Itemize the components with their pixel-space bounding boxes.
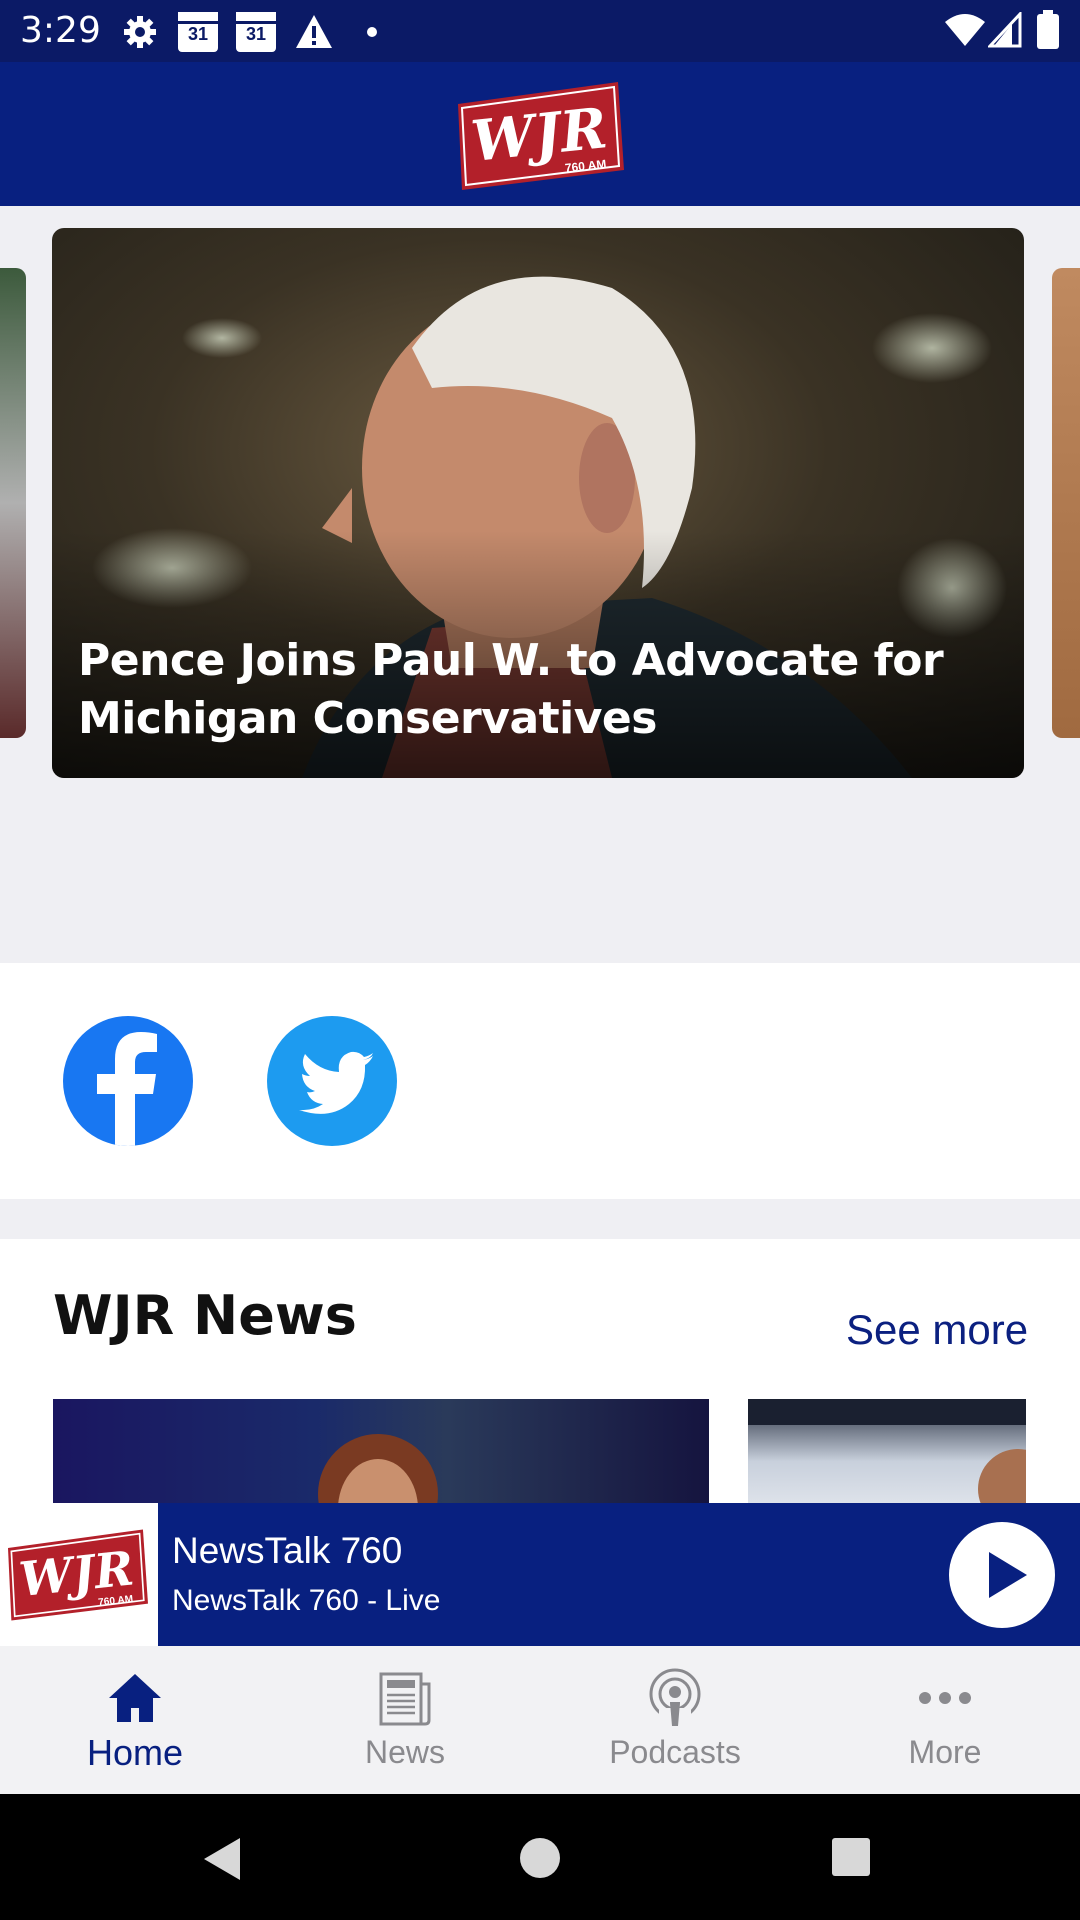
news-card-thumbnail[interactable] [53, 1399, 709, 1503]
nav-podcasts-tab[interactable]: Podcasts [540, 1646, 810, 1794]
system-navigation-bar [0, 1794, 1080, 1920]
battery-icon [1037, 10, 1059, 49]
nav-news-tab[interactable]: News [270, 1646, 540, 1794]
carousel-card-previous[interactable] [0, 268, 26, 738]
nav-home-tab[interactable]: Home [0, 1646, 270, 1794]
player-subtitle: NewsTalk 760 - Live [172, 1584, 441, 1617]
settings-icon [124, 16, 156, 48]
back-icon[interactable] [200, 1836, 246, 1882]
player-station-logo: WJR 760 AM [0, 1503, 158, 1646]
nav-more-tab[interactable]: More [810, 1646, 1080, 1794]
facebook-icon [97, 1032, 157, 1146]
warning-icon [296, 15, 332, 48]
status-time: 3:29 [20, 10, 101, 51]
wjr-logo: WJR 760 AM [8, 1529, 148, 1621]
featured-story-card[interactable]: Pence Joins Paul W. to Advocate for Mich… [52, 228, 1024, 778]
see-more-link[interactable]: See more [846, 1306, 1028, 1354]
status-bar: 3:29 31 31 [0, 0, 1080, 62]
news-card-image [748, 1399, 1026, 1503]
podcast-icon [649, 1668, 701, 1728]
play-icon [989, 1552, 1027, 1598]
nav-home-label: Home [86, 1732, 184, 1773]
app-header: WJR 760 AM [0, 62, 1080, 206]
carousel-card-next[interactable] [1052, 268, 1080, 738]
wjr-logo: WJR 760 AM [458, 82, 624, 190]
twitter-bird-icon [299, 1051, 373, 1114]
wifi-icon [945, 14, 985, 46]
newspaper-icon [379, 1672, 431, 1726]
nav-news-label: News [364, 1734, 445, 1770]
twitter-button[interactable] [267, 1016, 397, 1146]
calendar-icon: 31 [178, 12, 218, 52]
notification-dot-icon [367, 27, 377, 37]
facebook-button[interactable] [63, 1016, 193, 1146]
news-card-image [318, 1434, 438, 1503]
home-icon [109, 1674, 161, 1722]
cellular-signal-icon [988, 12, 1022, 48]
play-button[interactable] [949, 1522, 1055, 1628]
nav-podcasts-label: Podcasts [609, 1734, 741, 1770]
news-section-heading: WJR News [53, 1284, 357, 1347]
more-icon [919, 1692, 971, 1704]
player-title: NewsTalk 760 [172, 1530, 403, 1571]
calendar-icon: 31 [236, 12, 276, 52]
recents-icon[interactable] [830, 1836, 872, 1878]
nav-more-label: More [908, 1734, 982, 1770]
featured-story-title[interactable]: Pence Joins Paul W. to Advocate for Mich… [78, 632, 998, 748]
home-circle-icon[interactable] [518, 1836, 562, 1880]
news-card-thumbnail[interactable] [748, 1399, 1026, 1503]
mini-player[interactable] [0, 1503, 1080, 1646]
